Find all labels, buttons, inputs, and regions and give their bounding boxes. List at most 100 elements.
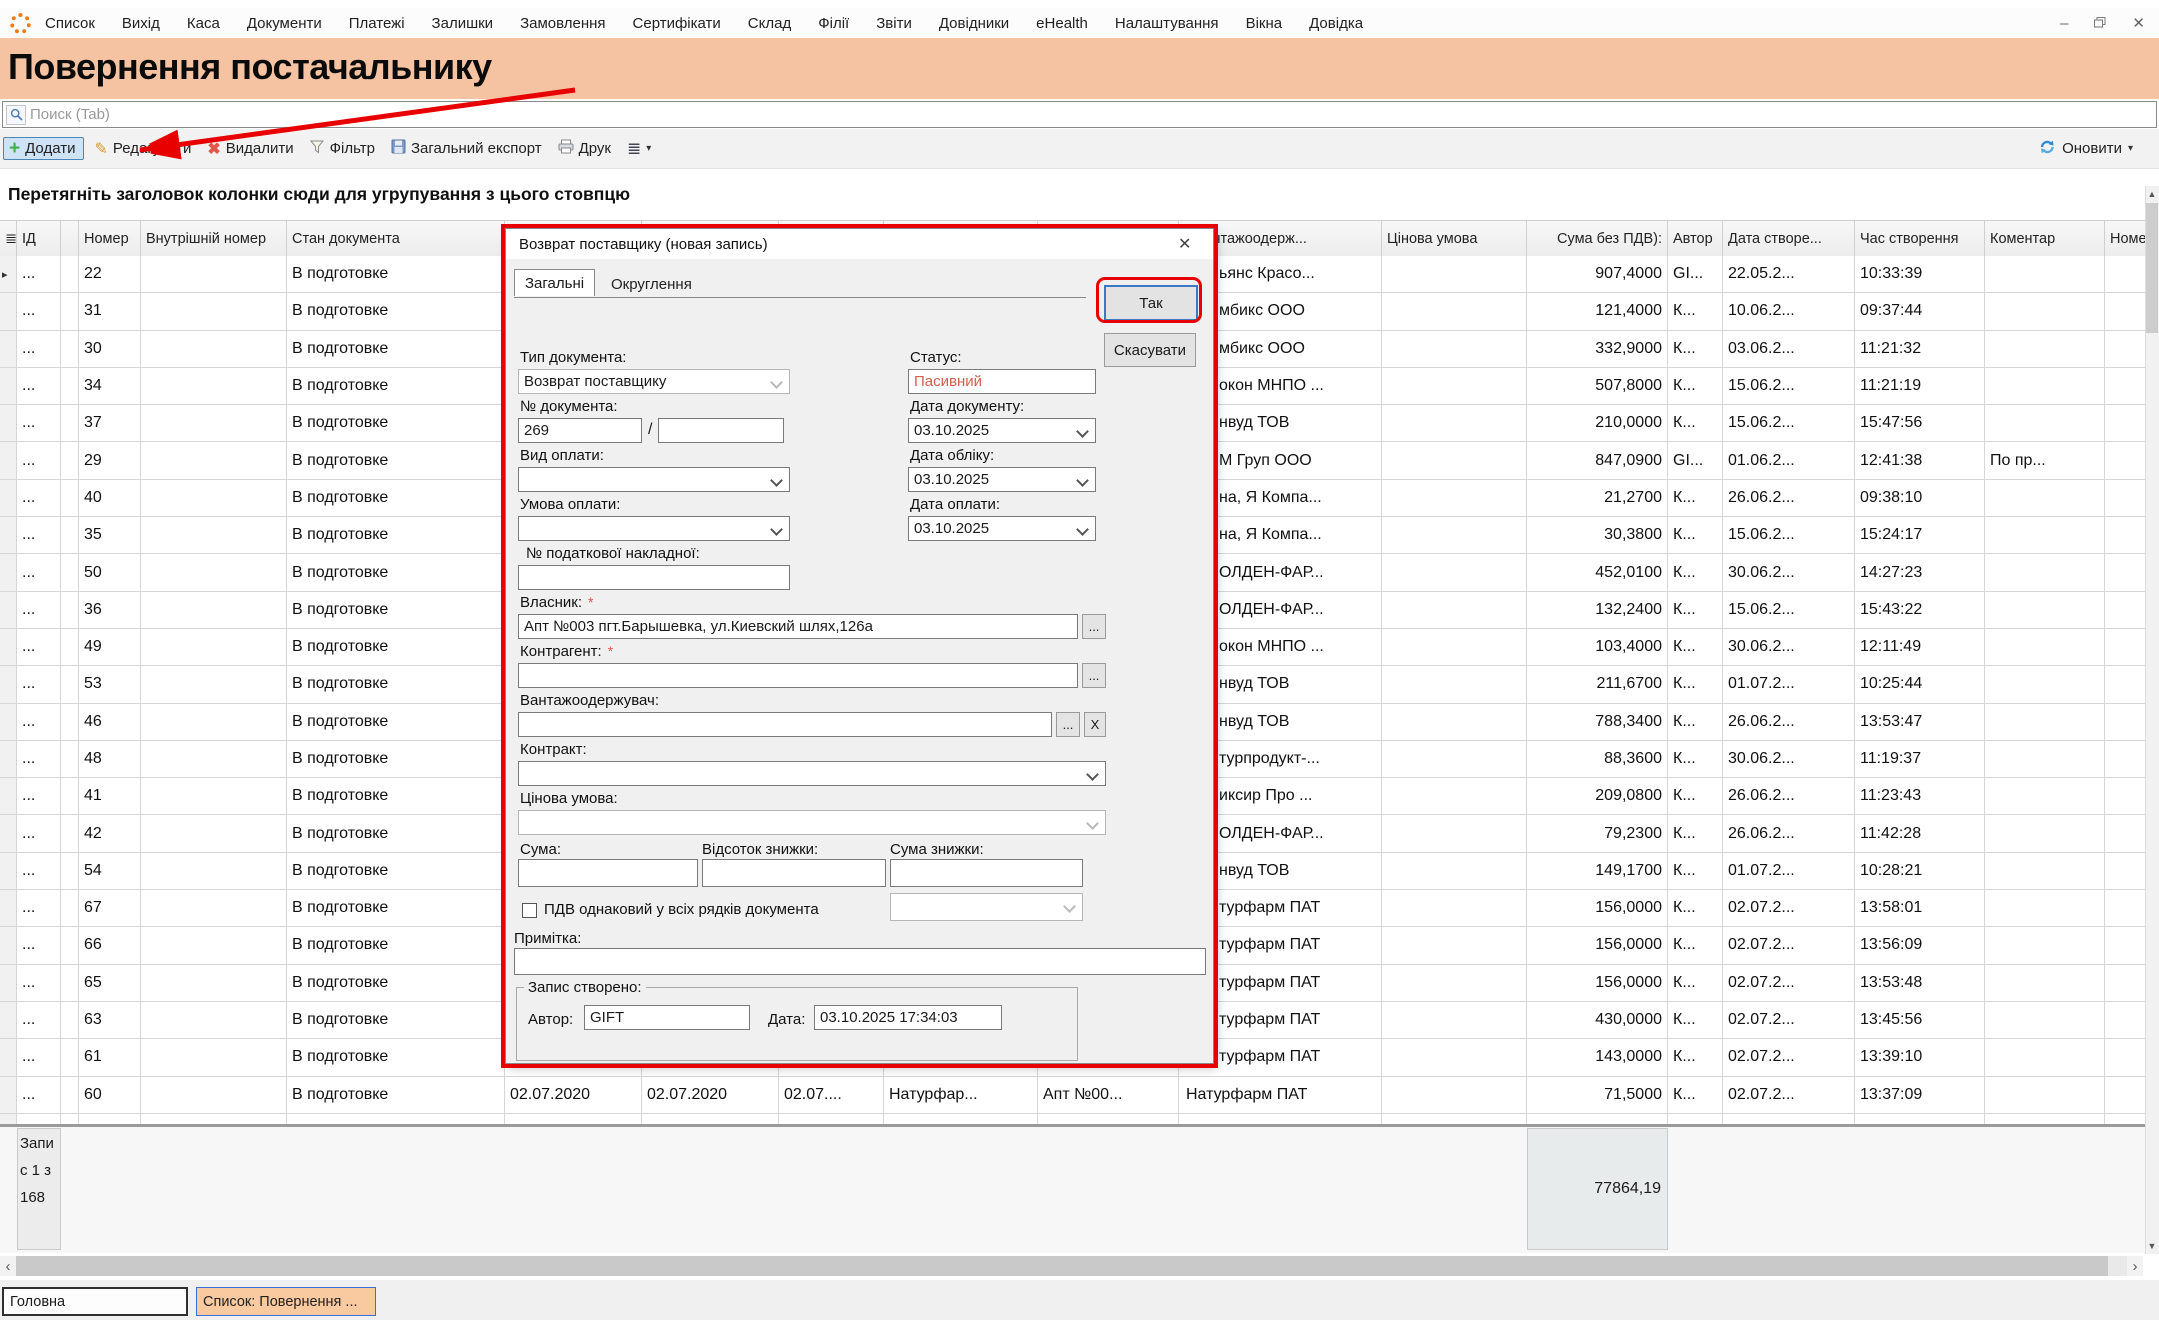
column-header[interactable]: ІД bbox=[17, 221, 61, 257]
cell-dots[interactable]: ... bbox=[17, 331, 61, 368]
taskbar-tab-list[interactable]: Список: Повернення ... bbox=[196, 1287, 376, 1316]
export-button[interactable]: Загальний експорт bbox=[391, 139, 542, 158]
tax-invoice-input[interactable] bbox=[518, 565, 790, 590]
table-row[interactable]: ...60В подготовке02.07.202002.07.202002.… bbox=[0, 1077, 2159, 1114]
cell-dots[interactable]: ... bbox=[17, 480, 61, 517]
menu-item[interactable]: Звіти bbox=[876, 15, 912, 32]
print-button[interactable]: Друк bbox=[558, 139, 611, 158]
horizontal-scrollbar-thumb[interactable] bbox=[16, 1256, 2108, 1276]
delete-button[interactable]: ✖ Видалити bbox=[207, 139, 293, 159]
pay-cond-select[interactable] bbox=[518, 516, 790, 541]
menu-item[interactable]: Налаштування bbox=[1115, 15, 1219, 32]
vat-rate-select[interactable] bbox=[890, 893, 1083, 921]
cell-dots[interactable]: ... bbox=[17, 405, 61, 442]
table-row[interactable]: ...64В подготовке02.07.202002.07.202002.… bbox=[0, 1114, 2159, 1124]
price-cond-select[interactable] bbox=[518, 810, 1106, 835]
cell-dots[interactable]: ... bbox=[17, 592, 61, 629]
contract-select[interactable] bbox=[518, 761, 1106, 786]
cell-dots[interactable]: ... bbox=[17, 666, 61, 703]
cell-dots[interactable]: ... bbox=[17, 442, 61, 479]
edit-button[interactable]: ✎ Редагувати bbox=[94, 139, 191, 159]
refresh-button[interactable]: Оновити ▾ bbox=[2039, 139, 2159, 159]
column-header[interactable] bbox=[61, 221, 79, 257]
column-header[interactable]: Дата створе... bbox=[1723, 221, 1855, 257]
dialog-close-icon[interactable]: ✕ bbox=[1178, 234, 1191, 254]
cancel-button[interactable]: Скасувати bbox=[1104, 333, 1196, 367]
sum-input[interactable] bbox=[518, 859, 698, 887]
cell-dots[interactable]: ... bbox=[17, 704, 61, 741]
vat-same-checkbox[interactable] bbox=[522, 903, 537, 918]
consignee-input[interactable] bbox=[518, 712, 1052, 737]
owner-browse-button[interactable]: ... bbox=[1082, 614, 1106, 639]
search-input[interactable]: Поиск (Tab) bbox=[2, 101, 2157, 128]
doc-date-select[interactable]: 03.10.2025 bbox=[908, 418, 1096, 443]
column-header[interactable]: Сума без ПДВ): bbox=[1527, 221, 1668, 257]
acc-date-select[interactable]: 03.10.2025 bbox=[908, 467, 1096, 492]
pay-date-select[interactable]: 03.10.2025 bbox=[908, 516, 1096, 541]
cell-dots[interactable]: ... bbox=[17, 853, 61, 890]
cell-dots[interactable]: ... bbox=[17, 293, 61, 330]
column-header[interactable]: ≣ bbox=[0, 221, 17, 257]
menu-item[interactable]: eHealth bbox=[1036, 15, 1088, 32]
menu-item[interactable]: Документи bbox=[247, 15, 322, 32]
menu-item[interactable]: Вихід bbox=[122, 15, 160, 32]
cell-dots[interactable]: ... bbox=[17, 815, 61, 852]
column-header[interactable]: Стан документа bbox=[287, 221, 505, 257]
cell-dots[interactable]: ... bbox=[17, 629, 61, 666]
menu-item[interactable]: Філії bbox=[818, 15, 849, 32]
contragent-input[interactable] bbox=[518, 663, 1078, 688]
menu-item[interactable]: Сертифікати bbox=[633, 15, 721, 32]
cell-dots[interactable]: ... bbox=[17, 1002, 61, 1039]
cell-dots[interactable]: ... bbox=[17, 1077, 61, 1114]
cell-dots[interactable]: ... bbox=[17, 1039, 61, 1076]
note-input[interactable] bbox=[514, 948, 1206, 975]
discount-pct-input[interactable] bbox=[702, 859, 886, 887]
filter-button[interactable]: Фільтр bbox=[310, 140, 375, 158]
column-header[interactable]: Цінова умова bbox=[1382, 221, 1527, 257]
cell-dots[interactable]: ... bbox=[17, 778, 61, 815]
view-options-button[interactable]: ≣ ▾ bbox=[627, 139, 651, 159]
close-button[interactable]: ✕ bbox=[2132, 14, 2145, 32]
minimize-button[interactable]: – bbox=[2060, 15, 2068, 32]
group-by-panel[interactable]: Перетягніть заголовок колонки сюди для у… bbox=[0, 170, 2159, 218]
menu-item[interactable]: Каса bbox=[187, 15, 220, 32]
vertical-scrollbar[interactable] bbox=[2145, 186, 2159, 1254]
column-header[interactable]: Час створення bbox=[1855, 221, 1985, 257]
contragent-browse-button[interactable]: ... bbox=[1082, 663, 1106, 688]
scroll-left-arrow[interactable]: ‹ bbox=[0, 1256, 16, 1276]
tab-general[interactable]: Загальні bbox=[514, 269, 595, 296]
cell-dots[interactable]: ... bbox=[17, 741, 61, 778]
vertical-scrollbar-thumb[interactable] bbox=[2146, 203, 2158, 333]
menu-item[interactable]: Довідники bbox=[939, 15, 1009, 32]
cell-dots[interactable]: ... bbox=[17, 1114, 61, 1124]
consignee-clear-button[interactable]: X bbox=[1084, 712, 1106, 737]
doc-number-suffix-input[interactable] bbox=[658, 418, 784, 443]
menu-item[interactable]: Список bbox=[45, 15, 95, 32]
cell-dots[interactable]: ... bbox=[17, 927, 61, 964]
menu-item[interactable]: Склад bbox=[748, 15, 791, 32]
discount-sum-input[interactable] bbox=[890, 859, 1083, 887]
doc-number-input[interactable]: 269 bbox=[518, 418, 642, 443]
pay-kind-select[interactable] bbox=[518, 467, 790, 492]
cell-dots[interactable]: ... bbox=[17, 368, 61, 405]
doc-type-select[interactable]: Возврат поставщику bbox=[518, 369, 790, 394]
add-button[interactable]: + Додати bbox=[3, 137, 84, 160]
column-header[interactable]: Автор bbox=[1668, 221, 1723, 257]
owner-input[interactable]: Апт №003 пгт.Барышевка, ул.Киевский шлях… bbox=[518, 614, 1078, 639]
ok-button[interactable]: Так bbox=[1104, 285, 1198, 321]
menu-item[interactable]: Вікна bbox=[1246, 15, 1283, 32]
scroll-right-arrow[interactable]: › bbox=[2127, 1256, 2143, 1276]
cell-dots[interactable]: ... bbox=[17, 890, 61, 927]
menu-item[interactable]: Довідка bbox=[1309, 15, 1363, 32]
column-header[interactable]: Коментар bbox=[1985, 221, 2105, 257]
menu-item[interactable]: Залишки bbox=[432, 15, 494, 32]
cell-dots[interactable]: ... bbox=[17, 517, 61, 554]
consignee-browse-button[interactable]: ... bbox=[1056, 712, 1080, 737]
restore-button[interactable] bbox=[2094, 15, 2106, 32]
menu-item[interactable]: Платежі bbox=[349, 15, 405, 32]
column-header[interactable]: Номер bbox=[79, 221, 141, 257]
tab-rounding[interactable]: Округлення bbox=[601, 271, 702, 297]
scroll-up-arrow[interactable]: ▲ bbox=[2145, 186, 2159, 202]
scroll-down-arrow[interactable]: ▼ bbox=[2145, 1238, 2159, 1254]
column-header[interactable]: Внутрішній номер bbox=[141, 221, 287, 257]
